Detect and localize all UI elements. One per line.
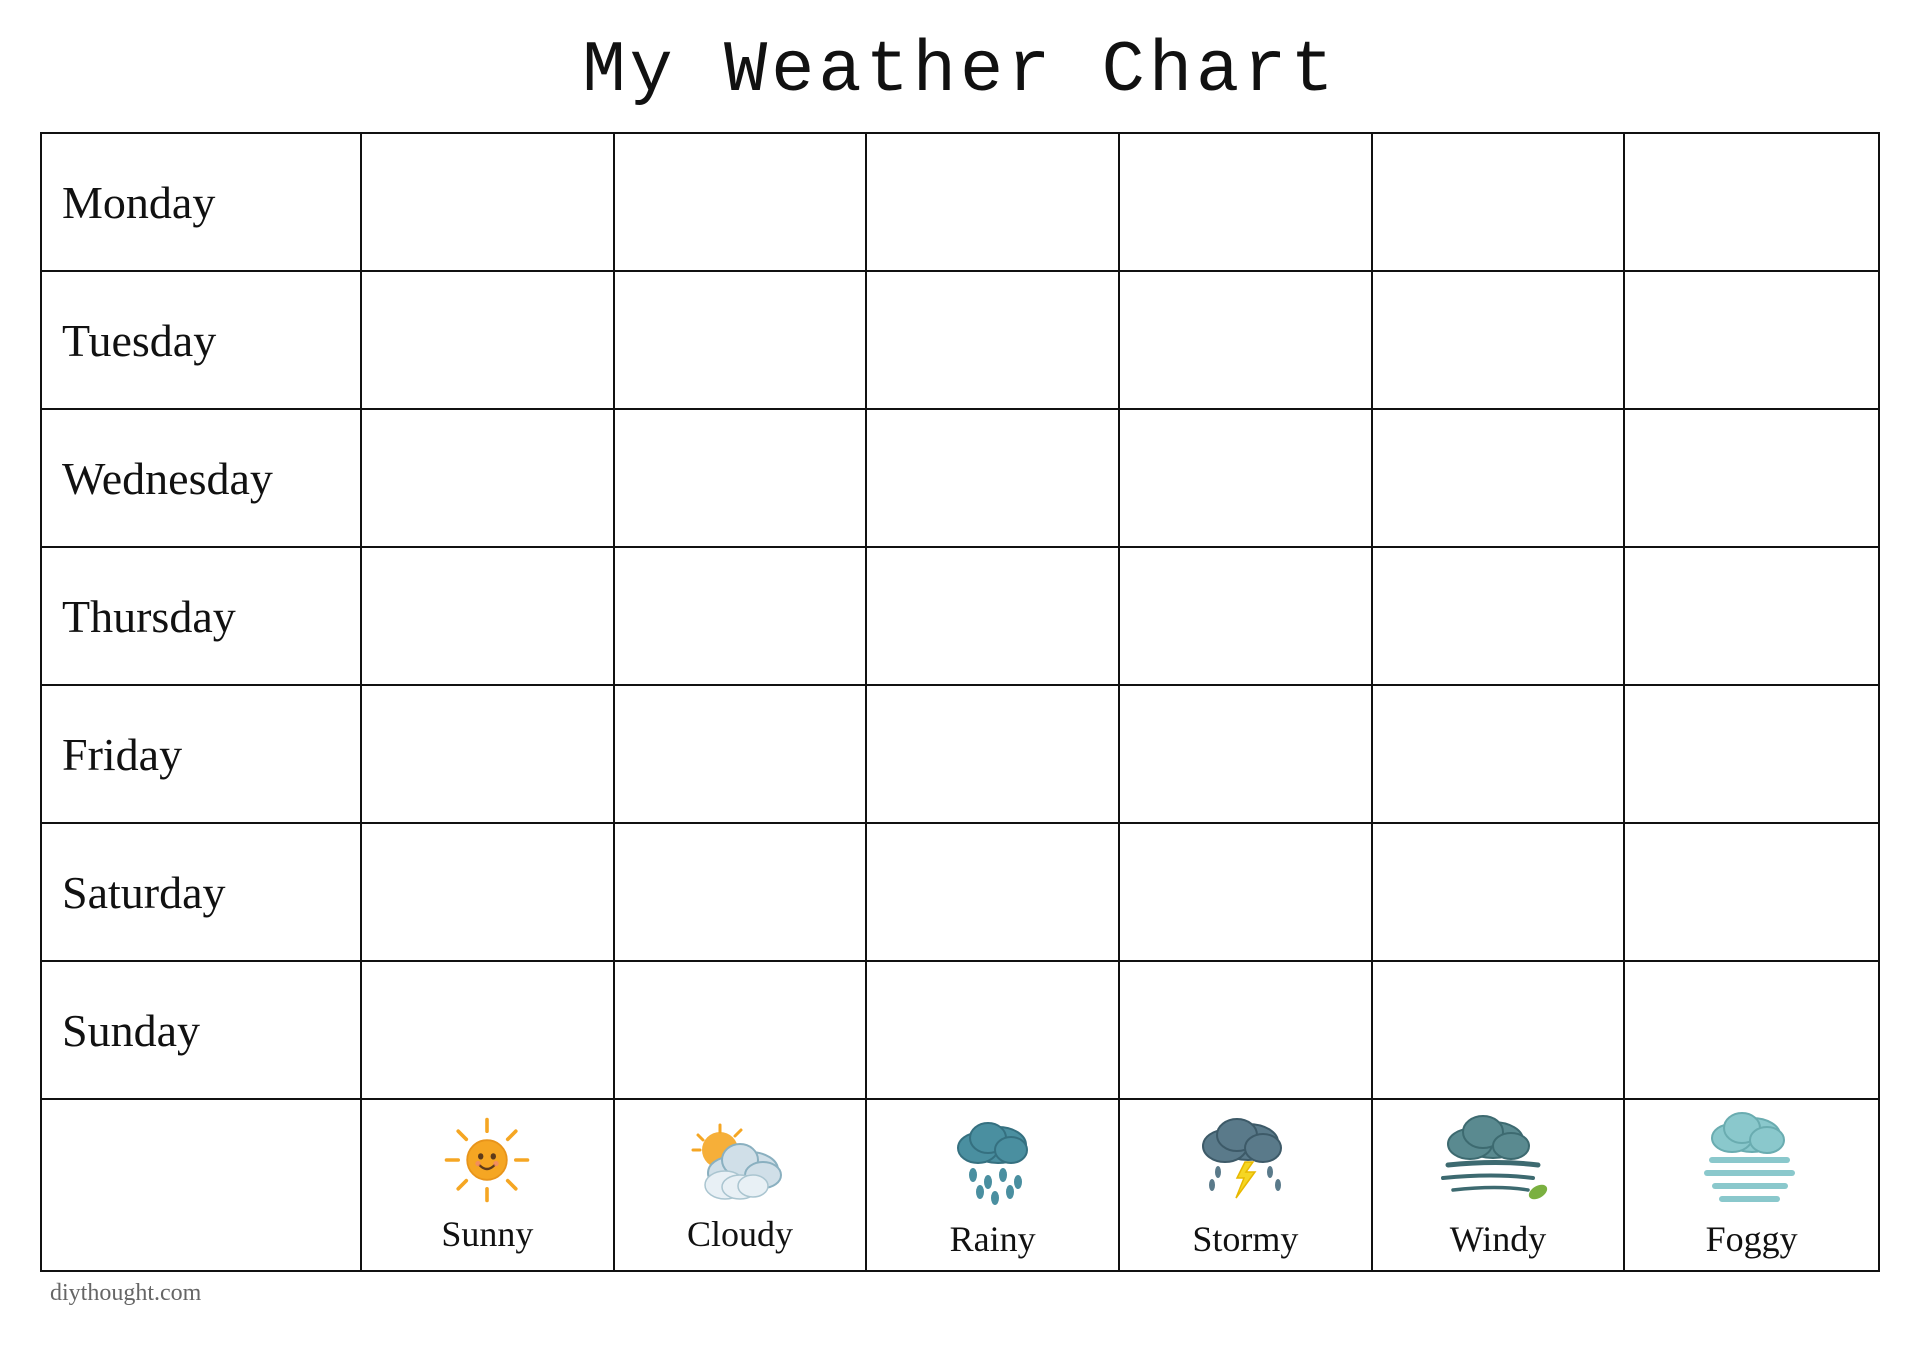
cell-monday-1 xyxy=(362,134,615,270)
cell-friday-6 xyxy=(1625,686,1878,822)
cell-tuesday-4 xyxy=(1120,272,1373,408)
cell-wednesday-5 xyxy=(1373,410,1626,546)
icon-cloudy: Cloudy xyxy=(615,1100,868,1270)
day-thursday: Thursday xyxy=(42,548,362,684)
icon-foggy: Foggy xyxy=(1625,1100,1878,1270)
icon-stormy: Stormy xyxy=(1120,1100,1373,1270)
row-sunday: Sunday xyxy=(42,962,1878,1100)
cell-saturday-5 xyxy=(1373,824,1626,960)
cell-tuesday-2 xyxy=(615,272,868,408)
cell-monday-6 xyxy=(1625,134,1878,270)
sunny-label: Sunny xyxy=(441,1213,533,1255)
icon-rainy: Rainy xyxy=(867,1100,1120,1270)
day-monday: Monday xyxy=(42,134,362,270)
cell-saturday-1 xyxy=(362,824,615,960)
weather-chart: Monday Tuesday Wednesday xyxy=(40,132,1880,1272)
cell-friday-1 xyxy=(362,686,615,822)
day-friday: Friday xyxy=(42,686,362,822)
cell-thursday-3 xyxy=(867,548,1120,684)
cell-thursday-2 xyxy=(615,548,868,684)
cell-sunday-1 xyxy=(362,962,615,1098)
cell-monday-5 xyxy=(1373,134,1626,270)
cloudy-icon xyxy=(685,1115,795,1205)
day-saturday: Saturday xyxy=(42,824,362,960)
cell-sunday-5 xyxy=(1373,962,1626,1098)
day-wednesday: Wednesday xyxy=(42,410,362,546)
cell-sunday-4 xyxy=(1120,962,1373,1098)
stormy-icon xyxy=(1190,1110,1300,1210)
page-title: My Weather Chart xyxy=(582,30,1337,112)
cell-friday-2 xyxy=(615,686,868,822)
cell-thursday-1 xyxy=(362,548,615,684)
cell-sunday-2 xyxy=(615,962,868,1098)
row-saturday: Saturday xyxy=(42,824,1878,962)
windy-icon xyxy=(1438,1110,1558,1210)
cell-wednesday-2 xyxy=(615,410,868,546)
cell-wednesday-3 xyxy=(867,410,1120,546)
icon-windy: Windy xyxy=(1373,1100,1626,1270)
credit-text: diythought.com xyxy=(40,1280,201,1307)
cell-saturday-4 xyxy=(1120,824,1373,960)
cell-tuesday-3 xyxy=(867,272,1120,408)
icon-row-empty xyxy=(42,1100,362,1270)
cell-thursday-6 xyxy=(1625,548,1878,684)
cell-sunday-3 xyxy=(867,962,1120,1098)
windy-label: Windy xyxy=(1450,1218,1547,1260)
cell-saturday-2 xyxy=(615,824,868,960)
foggy-icon xyxy=(1697,1110,1807,1210)
cell-thursday-5 xyxy=(1373,548,1626,684)
cell-tuesday-5 xyxy=(1373,272,1626,408)
icon-sunny: Sunny xyxy=(362,1100,615,1270)
rainy-label: Rainy xyxy=(950,1218,1036,1260)
cell-sunday-6 xyxy=(1625,962,1878,1098)
row-thursday: Thursday xyxy=(42,548,1878,686)
cell-tuesday-1 xyxy=(362,272,615,408)
cell-friday-5 xyxy=(1373,686,1626,822)
cell-saturday-6 xyxy=(1625,824,1878,960)
chart-wrapper: Monday Tuesday Wednesday xyxy=(40,132,1880,1272)
icon-legend-row: Sunny xyxy=(42,1100,1878,1270)
cell-tuesday-6 xyxy=(1625,272,1878,408)
sunny-icon xyxy=(442,1115,532,1205)
cell-thursday-4 xyxy=(1120,548,1373,684)
cell-monday-4 xyxy=(1120,134,1373,270)
rainy-icon xyxy=(943,1110,1043,1210)
day-tuesday: Tuesday xyxy=(42,272,362,408)
cell-wednesday-6 xyxy=(1625,410,1878,546)
row-wednesday: Wednesday xyxy=(42,410,1878,548)
row-friday: Friday xyxy=(42,686,1878,824)
cell-wednesday-4 xyxy=(1120,410,1373,546)
cloudy-label: Cloudy xyxy=(687,1213,793,1255)
cell-friday-4 xyxy=(1120,686,1373,822)
row-monday: Monday xyxy=(42,134,1878,272)
cell-monday-2 xyxy=(615,134,868,270)
foggy-label: Foggy xyxy=(1706,1218,1798,1260)
row-tuesday: Tuesday xyxy=(42,272,1878,410)
cell-wednesday-1 xyxy=(362,410,615,546)
stormy-label: Stormy xyxy=(1192,1218,1298,1260)
day-sunday: Sunday xyxy=(42,962,362,1098)
cell-saturday-3 xyxy=(867,824,1120,960)
cell-monday-3 xyxy=(867,134,1120,270)
cell-friday-3 xyxy=(867,686,1120,822)
